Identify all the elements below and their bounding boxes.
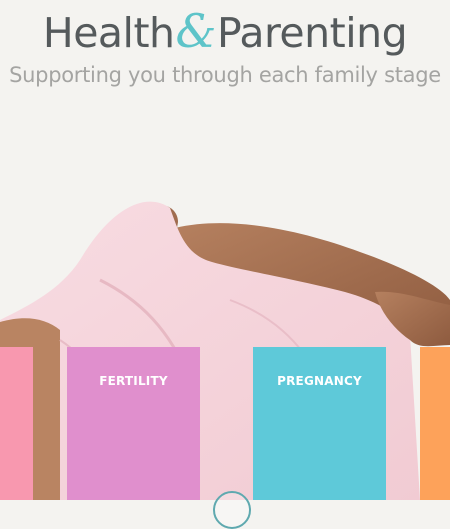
tile-partial-right[interactable]: [420, 347, 450, 500]
tile-partial-left[interactable]: [0, 347, 33, 500]
logo-ampersand: &: [175, 4, 217, 58]
tile-pregnancy-label: PREGNANCY: [277, 374, 362, 388]
tile-fertility-label: FERTILITY: [99, 374, 168, 388]
tile-pregnancy[interactable]: PREGNANCY: [253, 347, 386, 500]
site-tagline: Supporting you through each family stage: [9, 63, 441, 87]
logo-word-health: Health: [42, 9, 175, 57]
tile-fertility[interactable]: FERTILITY: [67, 347, 200, 500]
scroll-down-circle-icon[interactable]: [213, 491, 251, 529]
logo-word-parenting: Parenting: [216, 9, 408, 57]
site-logo[interactable]: Health&Parenting: [0, 4, 450, 58]
site-header: Health&Parenting Supporting you through …: [0, 0, 450, 100]
